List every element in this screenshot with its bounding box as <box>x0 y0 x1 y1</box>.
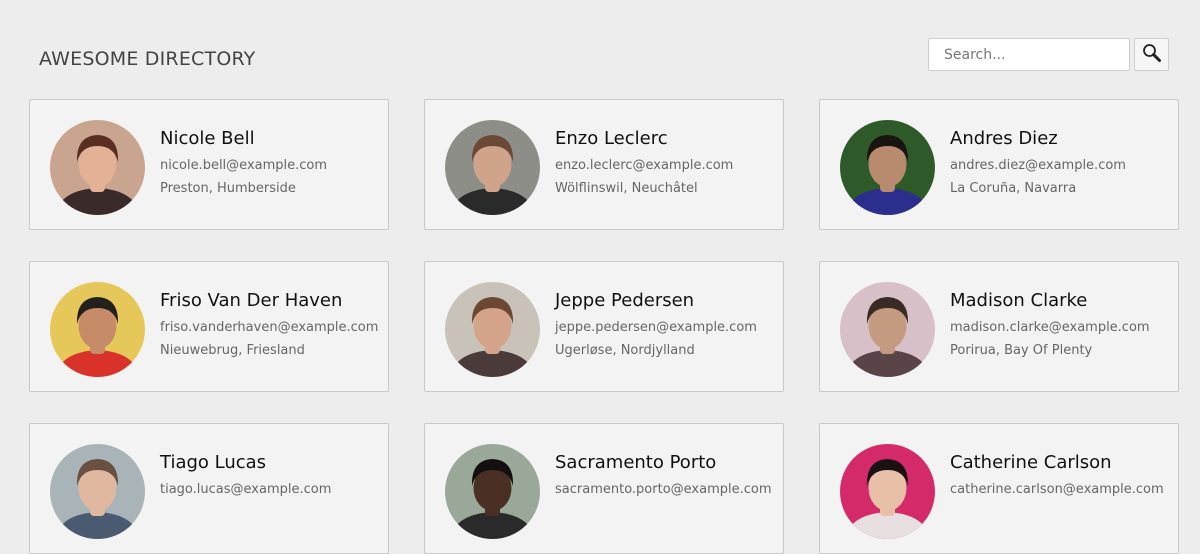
person-card[interactable]: Enzo Leclerc enzo.leclerc@example.com Wö… <box>424 99 784 230</box>
person-name: Nicole Bell <box>160 128 255 149</box>
avatar <box>50 282 145 377</box>
person-email: enzo.leclerc@example.com <box>555 158 734 173</box>
search-button[interactable] <box>1134 38 1169 71</box>
person-location: Ugerløse, Nordjylland <box>555 343 695 358</box>
person-email: tiago.lucas@example.com <box>160 482 332 497</box>
person-email: nicole.bell@example.com <box>160 158 328 173</box>
search-input[interactable] <box>928 38 1130 71</box>
person-email: catherine.carlson@example.com <box>950 482 1164 497</box>
person-location: Nieuwebrug, Friesland <box>160 343 305 358</box>
avatar <box>50 444 145 539</box>
person-email: jeppe.pedersen@example.com <box>555 320 757 335</box>
person-email: friso.vanderhaven@example.com <box>160 320 379 335</box>
person-card[interactable]: Madison Clarke madison.clarke@example.co… <box>819 261 1179 392</box>
avatar <box>840 282 935 377</box>
person-location: Porirua, Bay Of Plenty <box>950 343 1093 358</box>
person-email: madison.clarke@example.com <box>950 320 1150 335</box>
person-name: Friso Van Der Haven <box>160 290 343 311</box>
page-title: AWESOME DIRECTORY <box>39 48 256 70</box>
avatar <box>50 120 145 215</box>
person-name: Tiago Lucas <box>160 452 267 473</box>
person-card[interactable]: Tiago Lucas tiago.lucas@example.com <box>29 423 389 554</box>
directory-grid: Nicole Bell nicole.bell@example.com Pres… <box>29 99 1179 554</box>
person-name: Jeppe Pedersen <box>555 290 695 311</box>
avatar <box>445 120 540 215</box>
person-card[interactable]: Friso Van Der Haven friso.vanderhaven@ex… <box>29 261 389 392</box>
avatar <box>445 282 540 377</box>
person-card[interactable]: Catherine Carlson catherine.carlson@exam… <box>819 423 1179 554</box>
person-location: Preston, Humberside <box>160 181 296 196</box>
person-name: Madison Clarke <box>950 290 1088 311</box>
person-name: Sacramento Porto <box>555 452 717 473</box>
person-location: Wölflinswil, Neuchâtel <box>555 181 698 196</box>
person-name: Enzo Leclerc <box>555 128 668 149</box>
avatar <box>840 444 935 539</box>
person-card[interactable]: Jeppe Pedersen jeppe.pedersen@example.co… <box>424 261 784 392</box>
avatar <box>840 120 935 215</box>
search-icon <box>1142 43 1162 66</box>
person-card[interactable]: Nicole Bell nicole.bell@example.com Pres… <box>29 99 389 230</box>
avatar <box>445 444 540 539</box>
person-name: Andres Diez <box>950 128 1058 149</box>
person-card[interactable]: Andres Diez andres.diez@example.com La C… <box>819 99 1179 230</box>
person-card[interactable]: Sacramento Porto sacramento.porto@exampl… <box>424 423 784 554</box>
person-email: andres.diez@example.com <box>950 158 1126 173</box>
person-name: Catherine Carlson <box>950 452 1112 473</box>
person-location: La Coruña, Navarra <box>950 181 1077 196</box>
person-email: sacramento.porto@example.com <box>555 482 772 497</box>
